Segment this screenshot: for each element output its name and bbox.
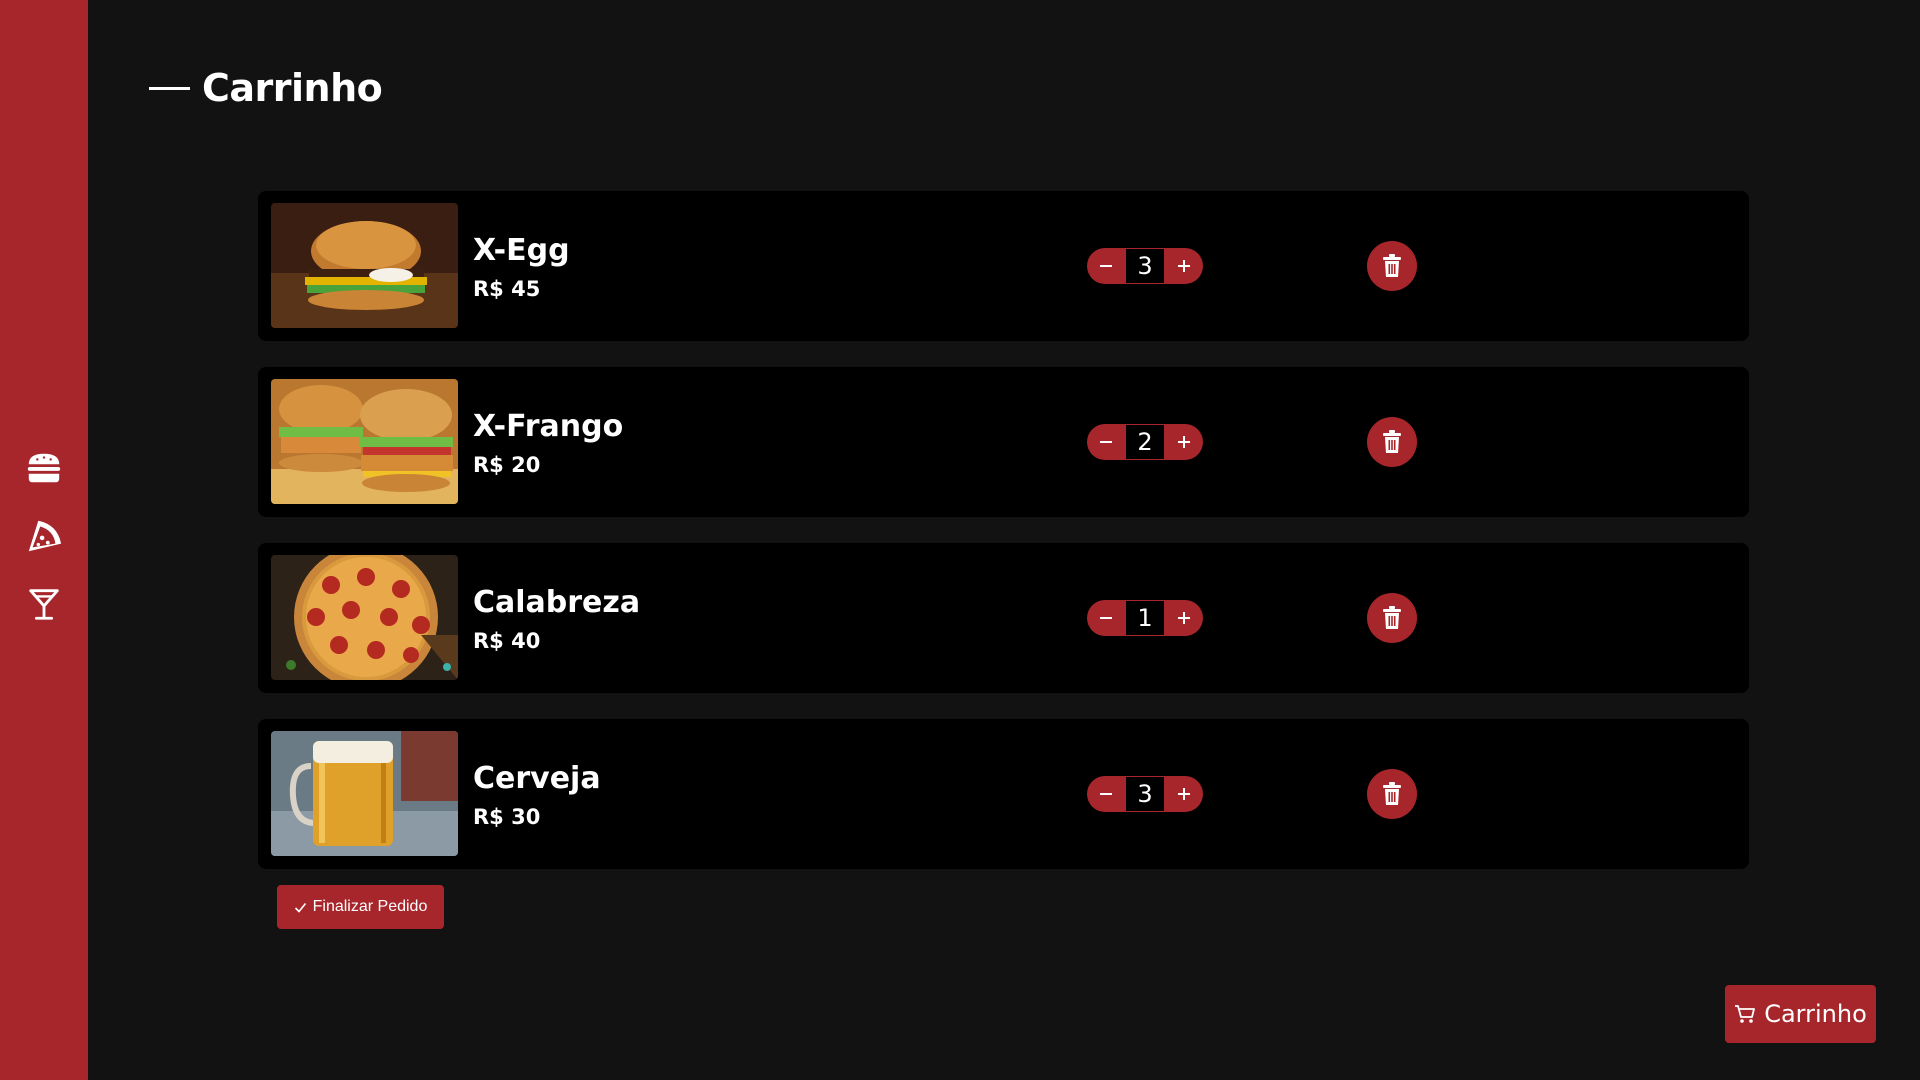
cart-list: X-Egg R$ 45 3 X-Frango R$ 20 2 Calabreza… [258,191,1749,869]
page-title-text: Carrinho [202,66,383,110]
plus-icon [1178,788,1190,800]
cart-item: X-Frango R$ 20 [258,367,1749,517]
minus-icon [1100,793,1112,795]
cart-item: Cerveja R$ 30 [258,719,1749,869]
product-image [271,731,458,856]
item-price: R$ 40 [473,629,541,653]
sidebar [0,0,88,1080]
pizza-icon[interactable] [24,516,64,556]
cocktail-icon[interactable] [24,584,64,624]
decrease-button[interactable] [1087,248,1125,284]
quantity-stepper [1087,424,1203,460]
quantity-stepper [1087,600,1203,636]
quantity-input[interactable] [1125,424,1165,460]
increase-button[interactable] [1165,600,1203,636]
plus-icon [1178,436,1190,448]
burger-icon[interactable] [24,448,64,488]
delete-button[interactable] [1367,241,1417,291]
delete-button[interactable] [1367,769,1417,819]
increase-button[interactable] [1165,424,1203,460]
quantity-stepper [1087,776,1203,812]
decrease-button[interactable] [1087,600,1125,636]
item-name: X-Egg [473,233,570,268]
minus-icon [1100,617,1112,619]
item-name: X-Frango [473,409,624,444]
cart-item: Calabreza R$ 40 [258,543,1749,693]
title-dash [149,86,190,90]
quantity-input[interactable] [1125,248,1165,284]
plus-icon [1178,260,1190,272]
trash-icon [1383,782,1401,805]
delete-button[interactable] [1367,593,1417,643]
quantity-input[interactable] [1125,776,1165,812]
product-image [271,555,458,680]
trash-icon [1383,606,1401,629]
cart-button[interactable]: Carrinho [1725,985,1876,1043]
item-price: R$ 30 [473,805,541,829]
product-image [271,379,458,504]
product-image [271,203,458,328]
trash-icon [1383,254,1401,277]
check-icon [294,902,306,913]
decrease-button[interactable] [1087,424,1125,460]
item-name: Cerveja [473,761,601,796]
trash-icon [1383,430,1401,453]
minus-icon [1100,265,1112,267]
decrease-button[interactable] [1087,776,1125,812]
item-price: R$ 20 [473,453,541,477]
quantity-stepper [1087,248,1203,284]
delete-button[interactable] [1367,417,1417,467]
finalize-order-label: Finalizar Pedido [312,898,428,915]
plus-icon [1178,612,1190,624]
cart-button-label: Carrinho [1764,1000,1867,1028]
increase-button[interactable] [1165,248,1203,284]
finalize-order-button[interactable]: Finalizar Pedido [277,885,444,929]
sidebar-nav [0,448,88,624]
increase-button[interactable] [1165,776,1203,812]
item-price: R$ 45 [473,277,541,301]
page-title: Carrinho [149,66,383,110]
cart-item: X-Egg R$ 45 [258,191,1749,341]
minus-icon [1100,441,1112,443]
quantity-input[interactable] [1125,600,1165,636]
cart-icon [1735,1005,1756,1023]
item-name: Calabreza [473,585,641,620]
